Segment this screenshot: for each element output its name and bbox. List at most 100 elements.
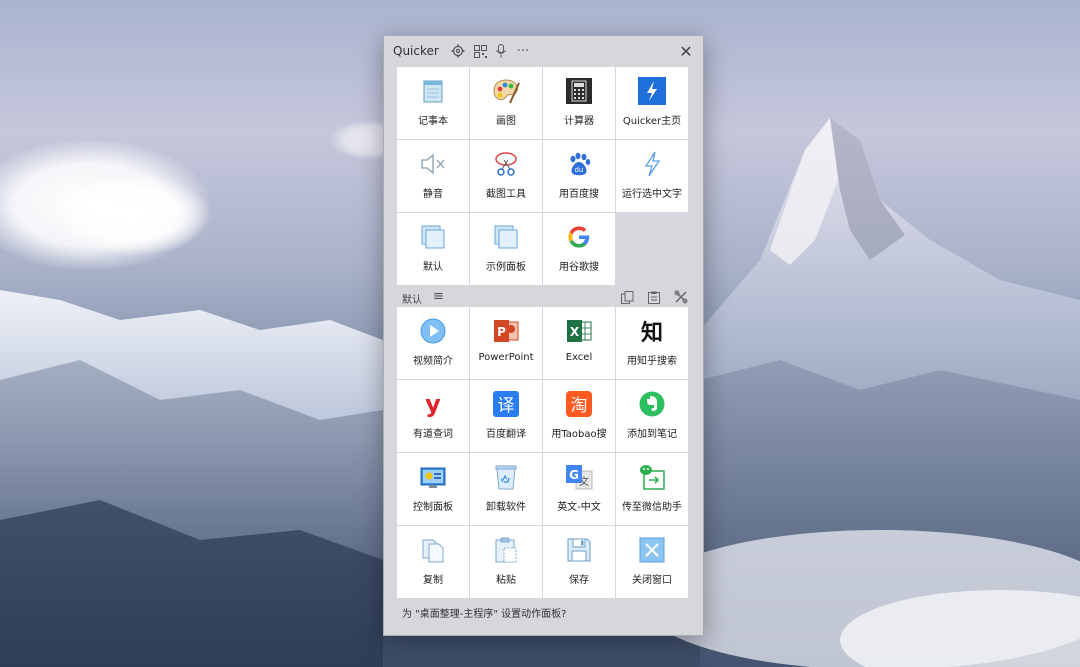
baidu-translate-icon: 译	[491, 389, 521, 419]
tile-label: 复制	[423, 575, 443, 586]
tile-label: 运行选中文字	[622, 189, 682, 200]
powerpoint-glyph: P	[497, 325, 506, 339]
tile-label: 用谷歌搜	[559, 262, 599, 273]
google-icon	[564, 222, 594, 252]
panel-section-bar: 默认 ≡	[397, 288, 688, 308]
action-default-panel[interactable]: 默认	[397, 213, 469, 285]
paste-panel-icon[interactable]	[646, 289, 662, 305]
more-icon[interactable]: ···	[515, 43, 531, 59]
mute-speaker-icon	[418, 149, 448, 179]
wechat-transfer-icon	[637, 462, 667, 492]
microphone-icon[interactable]	[493, 43, 509, 59]
action-send-to-wechat[interactable]: 传至微信助手	[616, 453, 688, 525]
tile-label: 视频简介	[413, 356, 453, 367]
tile-label: 记事本	[418, 116, 448, 127]
action-baidu-translate[interactable]: 译 百度翻译	[470, 380, 542, 452]
action-copy[interactable]: 复制	[397, 526, 469, 598]
baidu-icon: du	[564, 149, 594, 179]
bottom-action-grid: 视频简介 P PowerPoint X Excel 知 用知乎搜索 y 有道查词	[397, 307, 688, 598]
youdao-icon: y	[418, 389, 448, 419]
cloud	[60, 175, 210, 255]
set-panel-link[interactable]: 为 "桌面整理-主程序" 设置动作面板?	[402, 605, 566, 620]
action-video-intro[interactable]: 视频简介	[397, 307, 469, 379]
taobao-icon: 淘	[564, 389, 594, 419]
tile-label: 静音	[423, 189, 443, 200]
tile-label: 有道查词	[413, 429, 453, 440]
action-powerpoint[interactable]: P PowerPoint	[470, 307, 542, 379]
save-floppy-icon	[564, 535, 594, 565]
qrcode-icon[interactable]	[472, 43, 488, 59]
evernote-icon	[637, 389, 667, 419]
tile-label: PowerPoint	[478, 352, 534, 363]
action-google-search[interactable]: 用谷歌搜	[543, 213, 615, 285]
tile-label: 用知乎搜索	[627, 356, 677, 367]
action-snipping-tool[interactable]: 截图工具	[470, 140, 542, 212]
paint-palette-icon	[491, 76, 521, 106]
quicker-lightning-icon	[637, 76, 667, 106]
tile-label: 控制面板	[413, 502, 453, 513]
tile-label: 计算器	[564, 116, 594, 127]
tile-label: Quicker主页	[622, 116, 682, 127]
zhihu-icon: 知	[637, 316, 667, 346]
close-window-icon	[637, 535, 667, 565]
action-uninstall-software[interactable]: 卸载软件	[470, 453, 542, 525]
action-control-panel[interactable]: 控制面板	[397, 453, 469, 525]
google-translate-glyph: G	[569, 468, 579, 482]
tile-label: 英文-中文	[557, 502, 601, 513]
action-zhihu-search[interactable]: 知 用知乎搜索	[616, 307, 688, 379]
tile-label: 用百度搜	[559, 189, 599, 200]
tile-label: 截图工具	[486, 189, 526, 200]
zhihu-glyph: 知	[641, 320, 663, 345]
tile-label: Excel	[565, 352, 593, 363]
powerpoint-icon: P	[491, 316, 521, 346]
action-calculator[interactable]: 计算器	[543, 67, 615, 139]
tile-label: 关闭窗口	[632, 575, 672, 586]
action-paint[interactable]: 画图	[470, 67, 542, 139]
action-sample-panel[interactable]: 示例面板	[470, 213, 542, 285]
section-title: 默认	[402, 295, 422, 306]
app-title: Quicker	[393, 44, 439, 58]
close-button[interactable]: ✕	[677, 42, 695, 61]
panel-icon	[491, 222, 521, 252]
action-add-to-note[interactable]: 添加到笔记	[616, 380, 688, 452]
edit-tools-icon[interactable]	[673, 289, 689, 305]
tile-label: 默认	[423, 262, 443, 273]
hamburger-menu-icon[interactable]: ≡	[433, 289, 444, 304]
action-quicker-home[interactable]: Quicker主页	[616, 67, 688, 139]
paste-icon	[491, 535, 521, 565]
action-excel[interactable]: X Excel	[543, 307, 615, 379]
tile-label: 示例面板	[486, 262, 526, 273]
action-save[interactable]: 保存	[543, 526, 615, 598]
youdao-glyph: y	[425, 390, 441, 418]
tile-label: 画图	[496, 116, 516, 127]
action-taobao-search[interactable]: 淘 用Taobao搜	[543, 380, 615, 452]
action-english-to-chinese[interactable]: 文G 英文-中文	[543, 453, 615, 525]
taobao-glyph: 淘	[571, 396, 588, 416]
snipping-tool-icon	[491, 149, 521, 179]
tile-label: 粘贴	[496, 575, 516, 586]
notepad-icon	[418, 76, 448, 106]
tile-label: 传至微信助手	[622, 502, 682, 513]
title-bar: Quicker ··· ✕	[384, 36, 703, 66]
excel-glyph: X	[570, 325, 580, 339]
google-translate-icon: 文G	[564, 462, 594, 492]
tile-label: 百度翻译	[486, 429, 526, 440]
play-video-icon	[418, 316, 448, 346]
excel-icon: X	[564, 316, 594, 346]
action-paste[interactable]: 粘贴	[470, 526, 542, 598]
panel-icon	[418, 222, 448, 252]
action-mute[interactable]: 静音	[397, 140, 469, 212]
action-run-selected-text[interactable]: 运行选中文字	[616, 140, 688, 212]
copy-panel-icon[interactable]	[619, 289, 635, 305]
quicker-panel-window: Quicker ··· ✕ 记事本 画图 计算器 Quicker主页 静音 截图…	[383, 35, 704, 636]
action-notepad[interactable]: 记事本	[397, 67, 469, 139]
recycle-bin-icon	[491, 462, 521, 492]
action-baidu-search[interactable]: du 用百度搜	[543, 140, 615, 212]
control-panel-icon	[418, 462, 448, 492]
copy-icon	[418, 535, 448, 565]
gear-icon[interactable]	[450, 43, 466, 59]
action-youdao-dictionary[interactable]: y 有道查词	[397, 380, 469, 452]
top-action-grid: 记事本 画图 计算器 Quicker主页 静音 截图工具 du 用百度搜 运行选…	[397, 67, 688, 285]
action-close-window[interactable]: 关闭窗口	[616, 526, 688, 598]
svg-text:du: du	[575, 166, 584, 174]
